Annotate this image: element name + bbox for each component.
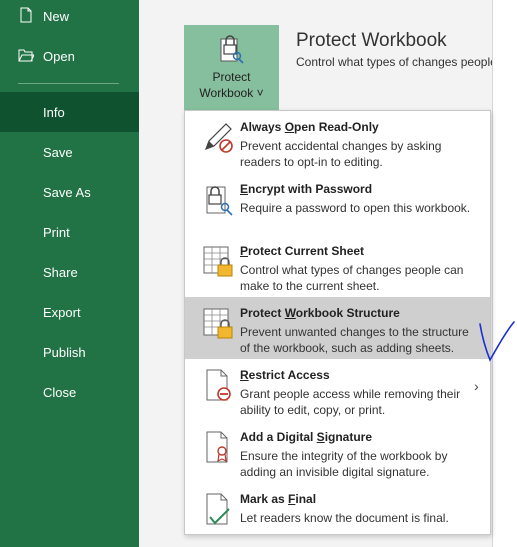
document-check-icon xyxy=(206,493,230,525)
backstage-sidebar: New Open Info Save Save As Print Share E… xyxy=(0,0,139,547)
sidebar-item-label: New xyxy=(43,8,70,24)
menu-item-title: Protect Current Sheet xyxy=(240,244,365,258)
menu-item-protect-current-sheet[interactable]: Protect Current Sheet Control what types… xyxy=(185,235,490,297)
menu-item-description: Ensure the integrity of the workbook by … xyxy=(240,449,448,479)
sidebar-item-info[interactable]: Info xyxy=(0,92,139,132)
document-restrict-icon xyxy=(206,369,231,401)
protect-workbook-button[interactable]: Protect Workbook ˅ xyxy=(184,25,279,111)
sidebar-item-label: Export xyxy=(43,304,81,320)
sidebar-item-label: Info xyxy=(43,104,65,120)
lock-key-icon xyxy=(206,186,233,216)
sidebar-item-label: Share xyxy=(43,264,78,280)
open-folder-icon xyxy=(18,49,34,62)
menu-item-description: Let readers know the document is final. xyxy=(240,511,449,525)
sidebar-item-label: Publish xyxy=(43,344,86,360)
menu-item-description: Prevent accidental changes by asking rea… xyxy=(240,139,442,169)
document-ribbon-icon xyxy=(206,431,228,463)
menu-item-title: Mark as Final xyxy=(240,492,317,506)
menu-item-title: Protect Workbook Structure xyxy=(240,306,400,320)
sidebar-item-export[interactable]: Export xyxy=(0,292,139,332)
sidebar-item-label: Print xyxy=(43,224,70,240)
menu-item-description: Prevent unwanted changes to the structur… xyxy=(240,325,469,355)
sidebar-item-open[interactable]: Open xyxy=(0,36,139,76)
sidebar-item-label: Save xyxy=(43,144,73,160)
chevron-down-icon: ˅ xyxy=(256,86,264,100)
section-title: Protect Workbook xyxy=(296,30,447,51)
workbook-lock-icon xyxy=(203,308,233,339)
chevron-right-icon: › xyxy=(474,378,479,394)
new-document-icon xyxy=(20,7,32,23)
sidebar-item-save[interactable]: Save xyxy=(0,132,139,172)
sidebar-divider xyxy=(18,83,119,84)
protect-button-label-line2: Workbook ˅ xyxy=(199,86,264,100)
menu-item-restrict-access[interactable]: Restrict Access Grant people access whil… xyxy=(185,359,490,421)
lock-key-icon xyxy=(220,35,244,64)
sidebar-item-label: Save As xyxy=(43,184,91,200)
menu-item-title: Restrict Access xyxy=(240,368,330,382)
menu-item-description: Grant people access while removing their… xyxy=(240,387,461,417)
sidebar-item-publish[interactable]: Publish xyxy=(0,332,139,372)
sidebar-item-label: Open xyxy=(43,48,75,64)
sidebar-item-share[interactable]: Share xyxy=(0,252,139,292)
menu-item-title: Always Open Read-Only xyxy=(240,120,379,134)
protect-button-label: Protect xyxy=(212,70,251,84)
menu-item-description: Require a password to open this workbook… xyxy=(240,201,471,215)
sidebar-item-save-as[interactable]: Save As xyxy=(0,172,139,212)
menu-item-title: Encrypt with Password xyxy=(240,182,373,196)
menu-item-always-open-read-only[interactable]: Always Open Read-Only Prevent accidental… xyxy=(185,111,490,173)
menu-item-mark-as-final[interactable]: Mark as Final Let readers know the docum… xyxy=(185,483,490,545)
menu-item-encrypt-with-password[interactable]: Encrypt with Password Require a password… xyxy=(185,173,490,235)
section-description: Control what types of changes people can… xyxy=(296,55,492,69)
pane-edge xyxy=(492,0,493,547)
menu-item-description: Control what types of changes people can… xyxy=(240,263,464,293)
checkmark-annotation-icon xyxy=(479,321,515,362)
sidebar-item-close[interactable]: Close xyxy=(0,372,139,412)
sidebar-item-label: Close xyxy=(43,384,77,400)
menu-item-protect-workbook-structure[interactable]: Protect Workbook Structure Prevent unwan… xyxy=(185,297,490,359)
sidebar-item-new[interactable]: New xyxy=(0,0,139,36)
sheet-lock-icon xyxy=(203,246,233,277)
menu-item-add-digital-signature[interactable]: Add a Digital Signature Ensure the integ… xyxy=(185,421,490,483)
sidebar-item-print[interactable]: Print xyxy=(0,212,139,252)
pencil-no-icon xyxy=(204,123,233,153)
protect-workbook-menu: Always Open Read-Only Prevent accidental… xyxy=(184,110,491,535)
menu-item-title: Add a Digital Signature xyxy=(240,430,373,444)
